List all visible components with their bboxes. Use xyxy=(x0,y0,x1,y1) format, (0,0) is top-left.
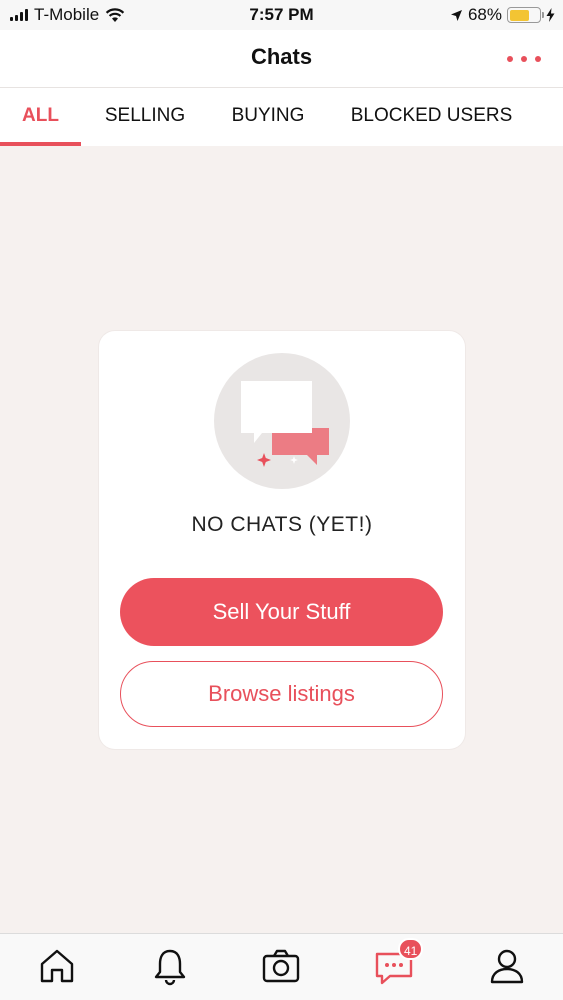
nav-header: Chats xyxy=(0,30,563,88)
battery-icon xyxy=(507,7,544,23)
browse-listings-button[interactable]: Browse listings xyxy=(120,661,443,727)
location-arrow-icon xyxy=(450,9,462,21)
profile-icon xyxy=(490,949,524,984)
tab-camera[interactable] xyxy=(261,946,301,986)
tab-chats[interactable]: 41 xyxy=(374,938,424,986)
tab-profile[interactable] xyxy=(487,946,527,986)
chat-bubbles-icon xyxy=(214,353,350,489)
sell-your-stuff-button[interactable]: Sell Your Stuff xyxy=(120,578,443,646)
bell-icon xyxy=(154,949,186,986)
battery-fill xyxy=(509,9,530,21)
tab-notifications[interactable] xyxy=(150,946,190,986)
page-title: Chats xyxy=(250,44,313,69)
tab-all[interactable]: ALL xyxy=(0,88,81,146)
empty-state-title: NO CHATS (YET!) xyxy=(191,513,373,536)
active-tab-indicator xyxy=(0,142,81,146)
tab-home[interactable] xyxy=(37,946,77,986)
empty-state-card: NO CHATS (YET!) Sell Your Stuff Browse l… xyxy=(99,331,465,749)
camera-icon xyxy=(262,949,300,983)
app-root: T-Mobile 7:57 PM 68% Chats ALL SELLING B… xyxy=(0,0,563,1000)
more-options-button[interactable] xyxy=(507,52,541,66)
battery-percent: 68% xyxy=(467,5,502,24)
status-bar: T-Mobile 7:57 PM 68% xyxy=(0,0,563,30)
more-dot xyxy=(507,56,513,62)
tab-selling[interactable]: SELLING xyxy=(92,88,198,146)
tab-buying[interactable]: BUYING xyxy=(218,88,318,146)
home-icon xyxy=(40,949,74,983)
bottom-tab-bar: 41 xyxy=(0,933,563,1000)
more-dot xyxy=(535,56,541,62)
tab-blocked-users[interactable]: BLOCKED USERS xyxy=(340,88,523,146)
chats-badge: 41 xyxy=(398,938,424,960)
more-dot xyxy=(521,56,527,62)
charging-bolt-icon xyxy=(546,8,555,22)
chat-filter-tabs: ALL SELLING BUYING BLOCKED USERS xyxy=(0,88,563,146)
status-right: 68% xyxy=(450,5,555,25)
